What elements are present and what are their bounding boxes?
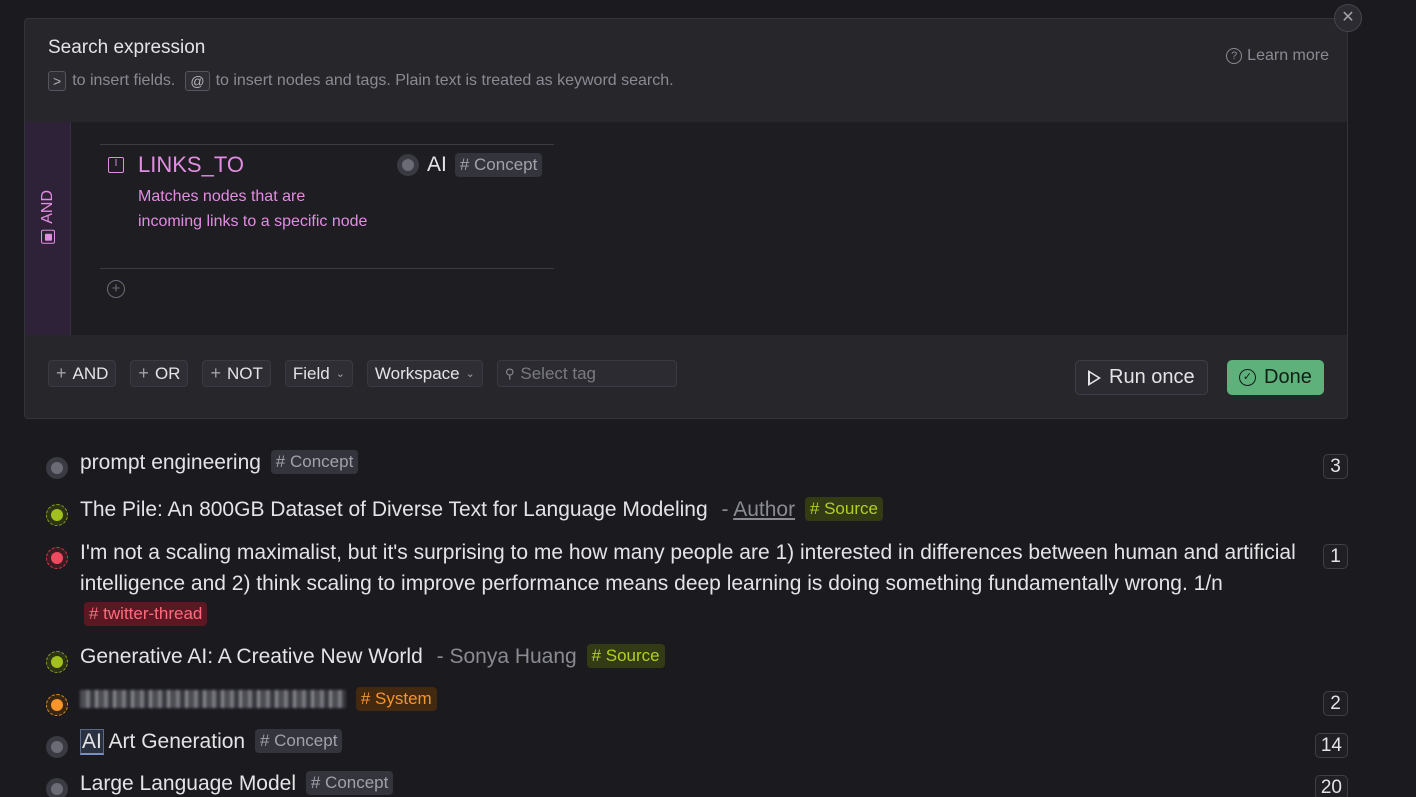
- kbd-nodes: @: [185, 71, 210, 91]
- play-icon: [1088, 369, 1101, 386]
- add-not-button[interactable]: + NOT: [202, 360, 271, 387]
- result-tag[interactable]: # Source: [804, 497, 883, 521]
- node-bullet-icon[interactable]: [46, 778, 68, 797]
- result-meta: - Sonya Huang: [436, 645, 577, 668]
- add-or-button[interactable]: + OR: [130, 360, 189, 387]
- node-bullet-icon[interactable]: [46, 651, 68, 673]
- field-icon: I: [108, 157, 124, 173]
- rule-description: Matches nodes that are incoming links to…: [138, 188, 368, 230]
- add-and-button[interactable]: + AND: [48, 360, 117, 387]
- result-tag[interactable]: # twitter-thread: [84, 602, 208, 626]
- panel-header: Search expression: [48, 37, 205, 59]
- workspace-dropdown[interactable]: Workspace ⌄: [366, 360, 483, 387]
- and-group-icon: [41, 229, 55, 244]
- expression-toolbar: + AND + OR + NOT Field ⌄ Workspace ⌄ ⚲: [48, 360, 677, 387]
- and-group-label: AND: [37, 190, 59, 244]
- rule-value-node[interactable]: AI: [427, 153, 447, 177]
- chevron-down-icon: ⌄: [335, 368, 345, 380]
- reference-count-badge[interactable]: 20: [1314, 775, 1348, 797]
- result-title-text: Generative AI: A Creative New World: [80, 645, 423, 668]
- result-title[interactable]: The Pile: An 800GB Dataset of Diverse Te…: [80, 494, 883, 525]
- result-title[interactable]: AI Art Generation # Concept: [80, 726, 343, 757]
- done-label: Done: [1264, 366, 1312, 388]
- expression-area: AND I LINKS_TO Matches nodes that are in…: [25, 122, 1347, 335]
- list-item[interactable]: # System 2: [46, 684, 1348, 716]
- rule-name: LINKS_TO: [138, 152, 244, 177]
- node-bullet-icon[interactable]: [46, 694, 68, 716]
- result-title[interactable]: I'm not a scaling maximalist, but it's s…: [80, 537, 1296, 630]
- add-and-label: AND: [72, 363, 109, 383]
- chevron-down-icon: ⌄: [465, 368, 475, 380]
- rule-value[interactable]: AI # Concept: [397, 153, 543, 177]
- node-bullet-icon[interactable]: [46, 504, 68, 526]
- kbd-fields: >: [48, 71, 67, 91]
- result-title[interactable]: Generative AI: A Creative New World - So…: [80, 641, 665, 672]
- result-title-text: prompt engineering: [80, 451, 261, 474]
- add-not-label: NOT: [226, 363, 263, 383]
- close-icon[interactable]: ✕: [1334, 4, 1362, 32]
- redacted-title: [80, 690, 346, 708]
- result-meta: - Author: [722, 498, 796, 521]
- result-title[interactable]: prompt engineering # Concept: [80, 447, 359, 478]
- panel-title: Search expression: [48, 37, 206, 58]
- result-tag[interactable]: # Concept: [254, 729, 343, 753]
- list-item[interactable]: The Pile: An 800GB Dataset of Diverse Te…: [46, 494, 1348, 526]
- author-link[interactable]: Author: [733, 498, 795, 521]
- result-title[interactable]: Large Language Model # Concept: [80, 768, 394, 797]
- and-group-bar[interactable]: AND: [25, 122, 71, 335]
- field-dropdown[interactable]: Field ⌄: [284, 360, 353, 387]
- rule-value-tag[interactable]: # Concept: [454, 153, 543, 177]
- links-to-rule[interactable]: I LINKS_TO Matches nodes that are incomi…: [100, 144, 554, 269]
- result-title-text: Art Generation: [103, 730, 246, 753]
- result-title-text: I'm not a scaling maximalist, but it's s…: [80, 541, 1296, 595]
- plus-icon: +: [56, 363, 67, 383]
- meta-prefix: -: [721, 498, 729, 521]
- list-item[interactable]: Generative AI: A Creative New World - So…: [46, 641, 1348, 673]
- done-button[interactable]: ✓ Done: [1227, 360, 1324, 395]
- search-expression-panel: Search expression > to insert fields. @ …: [24, 18, 1348, 419]
- result-tag[interactable]: # Concept: [305, 771, 394, 795]
- reference-count-badge[interactable]: 2: [1323, 691, 1348, 716]
- result-tag[interactable]: # Source: [586, 644, 665, 668]
- learn-more-link[interactable]: ? Learn more: [1226, 47, 1329, 65]
- select-tag-field[interactable]: ⚲: [496, 360, 677, 387]
- add-or-label: OR: [154, 363, 181, 383]
- list-item[interactable]: AI Art Generation # Concept 14: [46, 726, 1348, 758]
- reference-count-badge[interactable]: 14: [1314, 733, 1348, 758]
- workspace-dropdown-label: Workspace: [374, 363, 460, 383]
- run-once-button[interactable]: Run once: [1075, 360, 1208, 395]
- check-circle-icon: ✓: [1239, 369, 1256, 386]
- search-icon: ⚲: [504, 365, 515, 381]
- hint-fields-text: to insert fields.: [72, 72, 176, 89]
- result-title-text: The Pile: An 800GB Dataset of Diverse Te…: [80, 498, 708, 521]
- run-once-label: Run once: [1109, 366, 1195, 388]
- matched-link-highlight[interactable]: AI: [80, 729, 104, 755]
- help-icon: ?: [1226, 48, 1243, 64]
- result-title[interactable]: # System: [80, 684, 437, 715]
- field-dropdown-label: Field: [292, 363, 330, 383]
- and-operator-text: AND: [39, 190, 56, 224]
- node-bullet-icon[interactable]: [46, 736, 68, 758]
- plus-icon: +: [138, 363, 149, 383]
- result-title-text: Large Language Model: [80, 772, 297, 795]
- node-bullet-icon[interactable]: [46, 547, 68, 569]
- list-item[interactable]: I'm not a scaling maximalist, but it's s…: [46, 537, 1348, 630]
- hint-nodes-text: to insert nodes and tags. Plain text is …: [215, 72, 674, 89]
- list-item[interactable]: prompt engineering # Concept 3: [46, 447, 1348, 479]
- add-rule-icon[interactable]: +: [107, 280, 125, 298]
- result-tag[interactable]: # Concept: [270, 450, 359, 474]
- panel-hint: > to insert fields. @ to insert nodes an…: [48, 71, 674, 91]
- node-bullet-icon[interactable]: [46, 457, 68, 479]
- reference-count-badge[interactable]: 1: [1323, 544, 1348, 569]
- list-item[interactable]: Large Language Model # Concept 20: [46, 768, 1348, 797]
- node-bullet-icon: [397, 154, 419, 176]
- plus-icon: +: [210, 363, 221, 383]
- select-tag-input[interactable]: [520, 363, 661, 384]
- learn-more-label: Learn more: [1247, 47, 1329, 64]
- reference-count-badge[interactable]: 3: [1323, 454, 1348, 479]
- result-tag[interactable]: # System: [355, 687, 437, 711]
